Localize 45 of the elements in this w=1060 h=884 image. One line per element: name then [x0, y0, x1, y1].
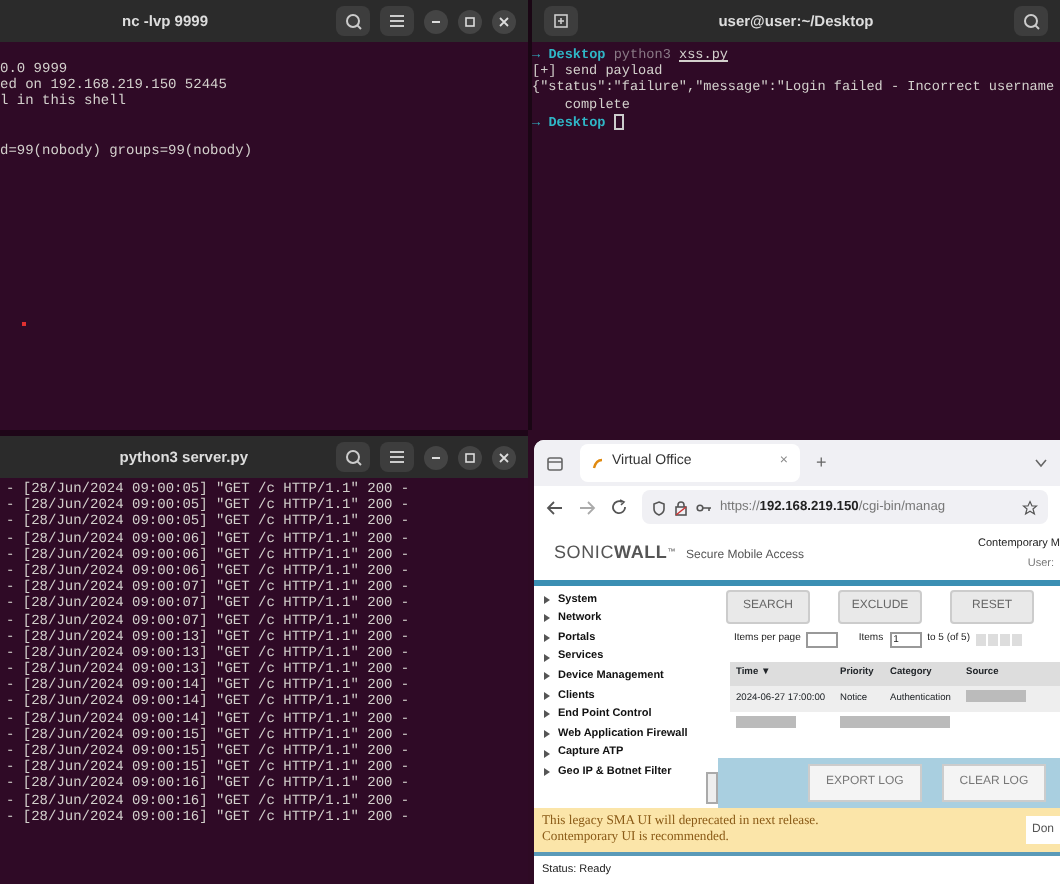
star-icon[interactable]	[1022, 499, 1038, 515]
triangle-icon	[544, 691, 550, 700]
minimize-button[interactable]	[424, 9, 448, 33]
triangle-icon	[544, 653, 550, 662]
close-button[interactable]	[492, 9, 516, 33]
maximize-icon	[464, 451, 476, 463]
new-tab-button[interactable]: +	[816, 449, 827, 477]
triangle-icon	[544, 768, 550, 777]
search-button[interactable]	[1014, 6, 1048, 36]
lock-icon	[674, 499, 688, 515]
triangle-icon	[544, 672, 550, 681]
menu-button[interactable]	[380, 6, 414, 36]
close-icon	[498, 451, 510, 463]
search-icon	[344, 448, 362, 466]
maximize-button[interactable]	[458, 9, 482, 33]
search-icon	[344, 12, 362, 30]
reload-icon[interactable]	[610, 498, 628, 516]
search-button[interactable]	[336, 442, 370, 472]
search-icon	[1022, 12, 1040, 30]
site-icon	[592, 457, 604, 469]
triangle-icon	[544, 633, 550, 642]
back-icon[interactable]	[546, 499, 564, 515]
triangle-icon	[544, 614, 550, 623]
minimize-button[interactable]	[424, 445, 448, 469]
key-icon	[696, 501, 712, 513]
new-tab-button[interactable]	[544, 6, 578, 36]
menu-icon	[388, 448, 406, 466]
minimize-icon	[430, 451, 442, 463]
minimize-icon	[430, 15, 442, 27]
triangle-icon	[544, 749, 550, 758]
menu-icon	[388, 12, 406, 30]
search-button[interactable]	[336, 6, 370, 36]
per-page-field[interactable]	[806, 632, 839, 648]
close-button[interactable]	[492, 445, 516, 469]
maximize-button[interactable]	[458, 445, 482, 469]
menu-button[interactable]	[380, 442, 414, 472]
close-icon	[498, 15, 510, 27]
maximize-icon	[464, 15, 476, 27]
triangle-icon	[544, 595, 550, 604]
chevron-icon	[1034, 458, 1048, 468]
new-tab-icon	[552, 12, 570, 30]
triangle-icon	[544, 729, 550, 738]
triangle-icon	[544, 710, 550, 719]
shield-icon	[652, 499, 666, 515]
tab-list-icon	[546, 454, 564, 472]
